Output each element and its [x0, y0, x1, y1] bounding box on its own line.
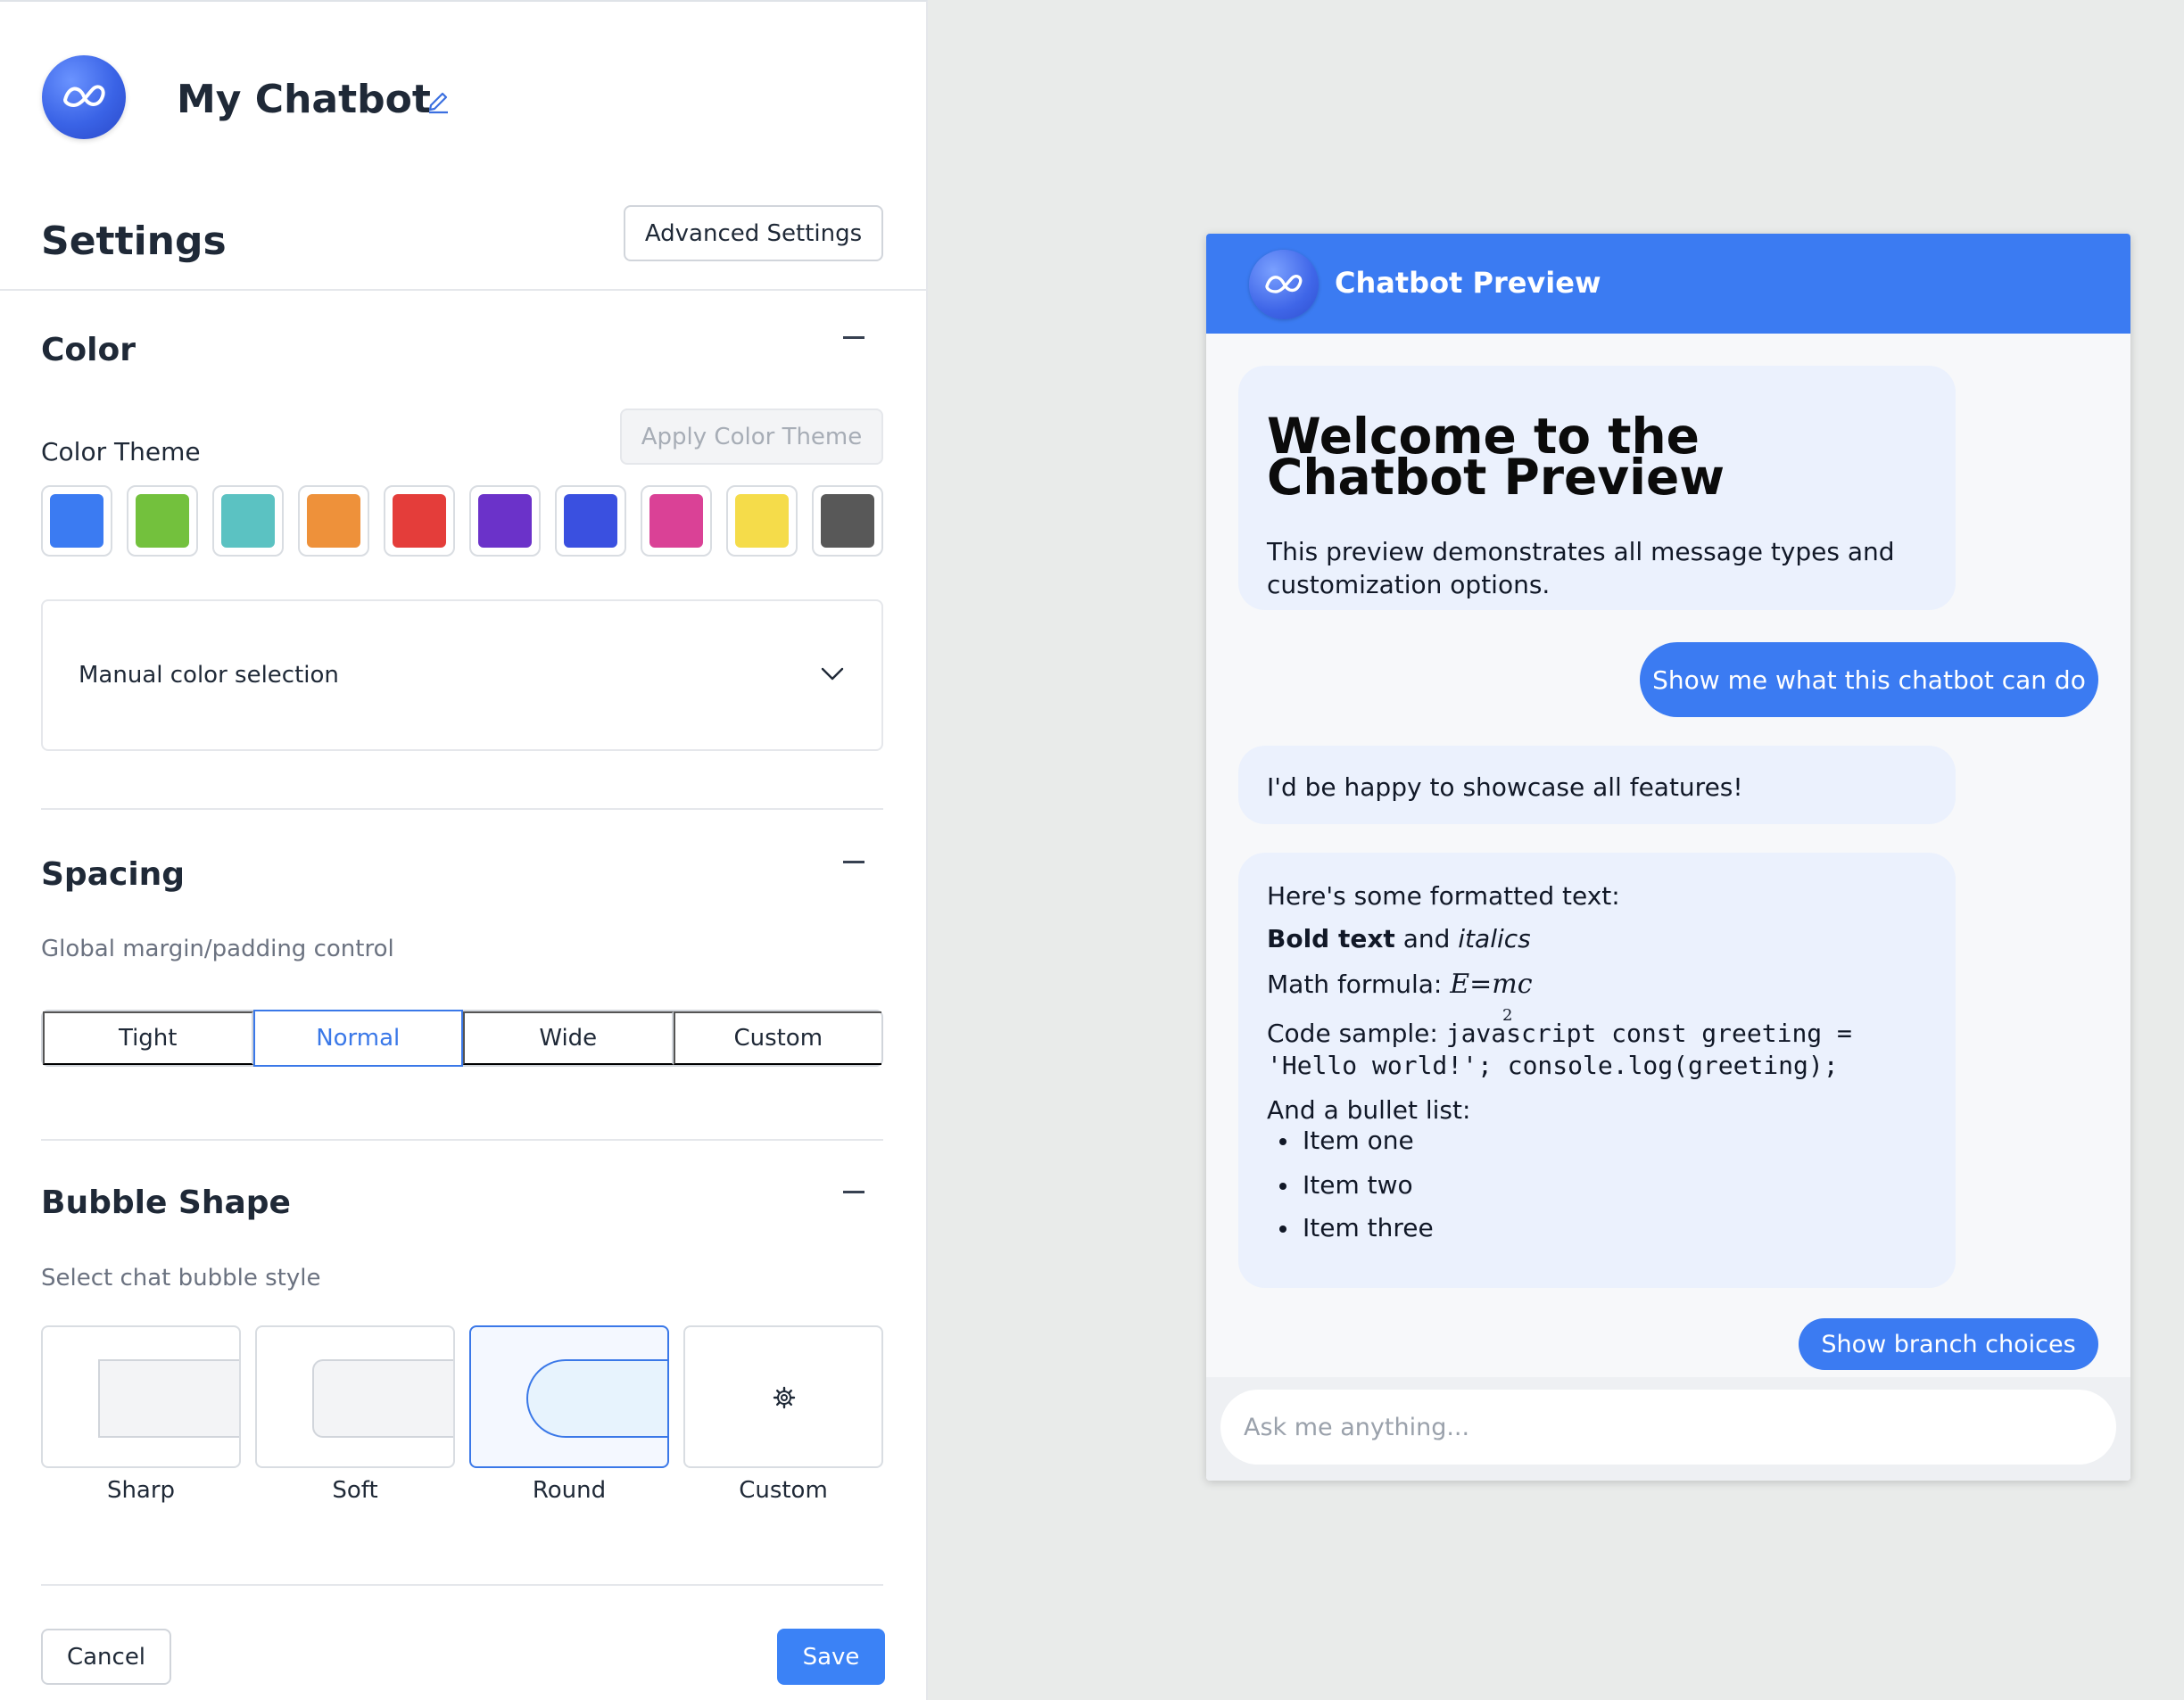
- infinity-wave-icon: [63, 85, 105, 107]
- swatch-yellow[interactable]: [726, 485, 798, 557]
- section-divider: [41, 1584, 883, 1586]
- bot-message: I'd be happy to showcase all features!: [1238, 746, 1956, 824]
- swatch-gray[interactable]: [812, 485, 883, 557]
- bubble-shape-soft[interactable]: [255, 1325, 455, 1468]
- soft-preview: [312, 1359, 453, 1438]
- branch-choices-button[interactable]: Show branch choices: [1799, 1318, 2098, 1370]
- list-item: Item two: [1303, 1170, 1413, 1200]
- swatch-fill: [136, 494, 189, 548]
- list-intro: And a bullet list:: [1267, 1095, 1471, 1125]
- swatch-fill: [221, 494, 275, 548]
- swatch-teal[interactable]: [212, 485, 284, 557]
- bubble-shape-section-title: Bubble Shape: [41, 1184, 291, 1221]
- bot-message-text: I'd be happy to showcase all features!: [1267, 772, 1743, 802]
- code-sample-line-1: javascript const greeting =: [1445, 1019, 1852, 1048]
- bold-text: Bold text: [1267, 924, 1395, 953]
- bot-name: My Chatbot: [177, 77, 431, 122]
- section-divider: [41, 808, 883, 810]
- round-preview: [526, 1359, 667, 1438]
- spacing-option-normal[interactable]: Normal: [252, 1010, 463, 1067]
- math-line: Math formula: E=mc: [1267, 969, 1533, 1000]
- bubble-shape-round[interactable]: [469, 1325, 669, 1468]
- bot-avatar: [42, 55, 126, 139]
- bubble-shape-round-label: Round: [532, 1477, 607, 1504]
- bubble-shape-custom[interactable]: [683, 1325, 883, 1468]
- swatch-fill: [478, 494, 532, 548]
- list-item: Item three: [1303, 1213, 1434, 1242]
- preview-input-bar: [1206, 1377, 2130, 1481]
- color-swatches: [41, 485, 883, 557]
- spacing-description: Global margin/padding control: [41, 936, 394, 962]
- code-line: Code sample: javascript const greeting =: [1267, 1019, 1852, 1048]
- save-button[interactable]: Save: [777, 1629, 885, 1685]
- chatbot-preview-window: Chatbot Preview Welcome to the Chatbot P…: [1206, 234, 2130, 1481]
- spacing-section-title: Spacing: [41, 856, 186, 893]
- pencil-icon[interactable]: [426, 87, 451, 114]
- swatch-fill: [307, 494, 360, 548]
- code-label: Code sample:: [1267, 1019, 1446, 1048]
- collapse-bubble-shape-icon[interactable]: [843, 1191, 864, 1193]
- manual-color-selection-label: Manual color selection: [79, 662, 339, 689]
- gear-icon: [773, 1386, 796, 1409]
- advanced-settings-button[interactable]: Advanced Settings: [624, 205, 883, 261]
- swatch-red[interactable]: [384, 485, 455, 557]
- bubble-shape-sharp-label: Sharp: [106, 1477, 176, 1504]
- swatch-fill: [393, 494, 446, 548]
- preview-header: Chatbot Preview: [1206, 234, 2130, 334]
- spacing-option-wide[interactable]: Wide: [463, 1011, 674, 1065]
- sharp-preview: [98, 1359, 239, 1438]
- bot-message-welcome: Welcome to the Chatbot Preview This prev…: [1238, 366, 1956, 610]
- preview-avatar: [1249, 250, 1319, 319]
- formatted-intro: Here's some formatted text:: [1267, 881, 1620, 911]
- list-item: Item one: [1303, 1126, 1414, 1155]
- spacing-option-tight[interactable]: Tight: [43, 1011, 253, 1065]
- color-section-title: Color: [41, 332, 136, 368]
- math-label: Math formula:: [1267, 970, 1451, 999]
- bubble-shape-soft-label: Soft: [332, 1477, 378, 1504]
- swatch-fill: [649, 494, 703, 548]
- formatted-bold-italic-line: Bold text and italics: [1267, 924, 1531, 953]
- welcome-text: This preview demonstrates all message ty…: [1267, 537, 1895, 599]
- spacing-segmented-control: Tight Normal Wide Custom: [41, 1010, 883, 1067]
- welcome-heading: Welcome to the Chatbot Preview: [1267, 408, 1725, 506]
- bullet-icon: [1279, 1183, 1286, 1190]
- bullet-icon: [1279, 1138, 1286, 1145]
- chevron-down-icon: [821, 667, 844, 681]
- header-divider: [0, 289, 928, 291]
- swatch-pink[interactable]: [641, 485, 712, 557]
- swatch-fill: [821, 494, 874, 548]
- user-message: Show me what this chatbot can do: [1640, 642, 2098, 717]
- bullet-icon: [1279, 1225, 1286, 1233]
- preview-title: Chatbot Preview: [1335, 266, 1601, 300]
- math-formula: E=mc: [1450, 969, 1533, 1000]
- page-title: Settings: [41, 219, 227, 264]
- bubble-shape-description: Select chat bubble style: [41, 1265, 321, 1292]
- bot-message-formatted: Here's some formatted text: Bold text an…: [1238, 853, 1956, 1288]
- cancel-button[interactable]: Cancel: [41, 1629, 171, 1685]
- collapse-spacing-icon[interactable]: [843, 861, 864, 863]
- bubble-shape-options: Sharp Soft Round Custom: [41, 1325, 883, 1504]
- collapse-color-icon[interactable]: [843, 336, 864, 339]
- code-sample-line-2: 'Hello world!'; console.log(greeting);: [1267, 1051, 1839, 1080]
- swatch-orange[interactable]: [298, 485, 369, 557]
- connector-text: and: [1394, 924, 1459, 953]
- swatch-blue[interactable]: [41, 485, 112, 557]
- color-theme-label: Color Theme: [41, 437, 201, 466]
- chat-input[interactable]: [1220, 1390, 2116, 1465]
- swatch-fill: [735, 494, 789, 548]
- bubble-shape-sharp[interactable]: [41, 1325, 241, 1468]
- settings-panel: My Chatbot Settings Advanced Settings Co…: [0, 0, 928, 1700]
- swatch-green[interactable]: [127, 485, 198, 557]
- swatch-purple[interactable]: [469, 485, 541, 557]
- manual-color-selection-dropdown[interactable]: Manual color selection: [41, 599, 883, 751]
- infinity-wave-icon: [1265, 275, 1303, 293]
- italic-text: italics: [1458, 924, 1531, 953]
- bubble-shape-custom-label: Custom: [739, 1477, 828, 1504]
- swatch-fill: [50, 494, 103, 548]
- section-divider: [41, 1139, 883, 1141]
- swatch-fill: [564, 494, 617, 548]
- apply-color-theme-button[interactable]: Apply Color Theme: [620, 408, 883, 465]
- spacing-option-custom[interactable]: Custom: [673, 1011, 881, 1065]
- swatch-indigo[interactable]: [555, 485, 626, 557]
